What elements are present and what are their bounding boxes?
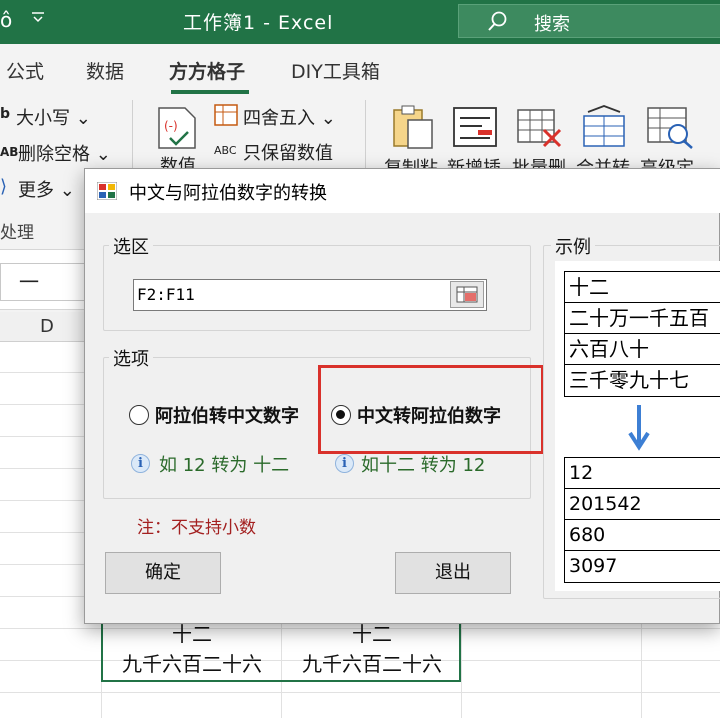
highlight-box: [318, 365, 544, 454]
ok-button[interactable]: 确定: [105, 552, 221, 594]
option-arabic-to-chinese-label[interactable]: 阿拉伯转中文数字: [155, 402, 299, 428]
more-button[interactable]: 更多 ⌄: [18, 176, 75, 202]
options-group-label: 选项: [109, 345, 153, 371]
tab-fangfang[interactable]: 方方格子: [169, 57, 245, 84]
merge-icon: [578, 104, 628, 152]
tab-data[interactable]: 数据: [86, 57, 124, 84]
cell-value[interactable]: 九千六百二十六: [104, 648, 280, 677]
name-box[interactable]: 一: [0, 263, 90, 301]
search-icon: [487, 10, 507, 31]
title-bar: ô 工作簿1 - Excel 搜索: [0, 0, 720, 44]
svg-text:(-): (-): [164, 119, 178, 133]
selection-group-label: 选区: [109, 233, 153, 259]
quick-access-dropdown-icon[interactable]: [30, 9, 46, 30]
cell-value[interactable]: 九千六百二十六: [284, 648, 460, 677]
example-arabic-row: 680: [565, 520, 720, 551]
range-picker-button[interactable]: [450, 281, 484, 308]
conversion-dialog: 中文与阿拉伯数字的转换 选区 F2:F11 选项 阿拉伯转中文数字 中文转阿拉伯…: [84, 168, 720, 624]
example-arabic-table: 12 201542 680 3097: [564, 457, 720, 583]
hint-arabic-to-chinese: 如 12 转为 十二: [159, 455, 290, 476]
decimal-note: 注：不支持小数: [137, 518, 256, 538]
window-title: 工作簿1 - Excel: [183, 12, 334, 34]
insert-icon: [452, 106, 498, 152]
keep-value-button[interactable]: 只保留数值: [243, 139, 333, 165]
dialog-title-bar: 中文与阿拉伯数字的转换: [85, 169, 720, 213]
radio-arabic-to-chinese[interactable]: [129, 405, 149, 425]
keep-value-icon: ABC: [214, 144, 237, 157]
case-icon: b: [0, 106, 11, 122]
example-chinese-row: 六百八十: [565, 334, 720, 365]
round-icon: [214, 104, 238, 130]
example-group-label: 示例: [551, 233, 595, 259]
more-icon: ⟩: [0, 176, 8, 197]
tab-formulas[interactable]: 公式: [6, 57, 44, 84]
batch-delete-icon: [516, 108, 564, 152]
group-label-process: 处理: [0, 223, 34, 243]
trim-spaces-button[interactable]: 删除空格 ⌄: [18, 140, 111, 166]
dialog-app-icon: [96, 181, 118, 201]
exit-button[interactable]: 退出: [395, 552, 511, 594]
example-arabic-row: 12: [565, 458, 720, 489]
example-area: 十二 二十万一千五百 六百八十 三千零九十七 12 201542 680 309…: [555, 261, 720, 591]
ribbon-tabs: 公式 数据 方方格子 DIY工具箱: [0, 44, 720, 94]
example-chinese-row: 三千零九十七: [569, 368, 689, 392]
hint-chinese-to-arabic: 如十二 转为 12: [361, 455, 486, 476]
case-button[interactable]: 大小写 ⌄: [16, 104, 91, 130]
dialog-title: 中文与阿拉伯数字的转换: [129, 183, 327, 204]
app-icon: ô: [0, 8, 13, 32]
info-icon: i: [131, 454, 150, 473]
info-icon: i: [335, 454, 354, 473]
search-placeholder: 搜索: [534, 14, 570, 35]
copy-paste-icon: [392, 104, 436, 154]
round-button[interactable]: 四舍五入 ⌄: [243, 104, 336, 130]
example-arabic-row: 201542: [565, 489, 720, 520]
arrow-down-icon: [627, 403, 651, 457]
example-chinese-table: 十二 二十万一千五百 六百八十 三千零九十七: [564, 271, 720, 397]
example-chinese-row: 二十万一千五百: [565, 303, 720, 334]
numeric-icon: (-): [156, 106, 198, 154]
find-icon: [646, 106, 694, 154]
tab-diy-toolbox[interactable]: DIY工具箱: [291, 57, 380, 84]
example-chinese-row: 十二: [565, 272, 720, 303]
trim-icon: AB: [0, 145, 19, 159]
example-arabic-row: 3097: [569, 555, 618, 577]
range-input[interactable]: F2:F11: [133, 279, 487, 311]
search-box[interactable]: 搜索: [458, 4, 720, 38]
column-d-header[interactable]: D: [40, 316, 54, 337]
